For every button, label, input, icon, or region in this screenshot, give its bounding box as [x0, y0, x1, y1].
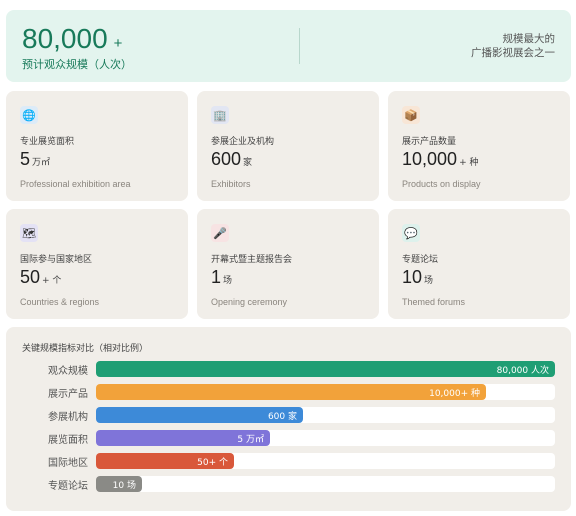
stat-label: 专业展览面积 — [20, 137, 75, 147]
stat-english-label: Professional exhibition area — [20, 179, 131, 189]
stat-english-label: Exhibitors — [211, 179, 251, 189]
chart-row: 观众规模 80,000 人次 — [6, 361, 571, 377]
stat-label: 开幕式暨主题报告会 — [211, 255, 293, 265]
stat-label: 专题论坛 — [402, 255, 439, 265]
stat-card: 🌐 专业展览面积 5 万㎡ Professional exhibition area — [6, 91, 188, 201]
stat-value: 600 家 — [211, 149, 253, 169]
stat-english-label: Themed forums — [402, 297, 466, 307]
chart-row: 国际地区 50+ 个 — [6, 453, 571, 469]
bar-value-label: 10,000+ 种 — [429, 389, 480, 399]
stat-card: 💬 专题论坛 10 场 Themed forums — [388, 209, 570, 319]
hero-divider — [299, 28, 300, 64]
comparison-chart: 关键规模指标对比（相对比例） 观众规模 80,000 人次展示产品 10,000+ … — [6, 327, 571, 511]
bar-value-label: 50+ 个 — [197, 458, 228, 468]
bar: 600 家 — [96, 407, 303, 423]
globe-icon: 🌐 — [20, 106, 38, 124]
bar-value-label: 600 家 — [267, 412, 297, 422]
bar-category-label: 观众规模 — [48, 366, 88, 377]
bar-track: 50+ 个 — [96, 453, 555, 469]
audience-subtitle: 预计观众规模（人次） — [22, 58, 132, 71]
stat-label: 参展企业及机构 — [211, 137, 275, 147]
building-icon: 🏢 — [211, 106, 229, 124]
bar: 50+ 个 — [96, 453, 234, 469]
chart-row: 展览面积 5 万㎡ — [6, 430, 571, 446]
bar: 80,000 人次 — [96, 361, 555, 377]
bar-value-label: 5 万㎡ — [237, 435, 264, 445]
chart-row: 专题论坛 10 场 — [6, 476, 571, 492]
hero-tagline: 规模最大的 广播影视展会之一 — [471, 33, 555, 59]
bar-category-label: 专题论坛 — [48, 481, 88, 492]
bar-track: 10,000+ 种 — [96, 384, 555, 400]
chart-row: 展示产品 10,000+ 种 — [6, 384, 571, 400]
bar-value-label: 10 场 — [112, 481, 136, 491]
podium-icon: 🎤 — [211, 224, 229, 242]
bar-category-label: 国际地区 — [48, 458, 88, 469]
stat-label: 国际参与国家地区 — [20, 255, 93, 265]
bar-track: 600 家 — [96, 407, 555, 423]
stat-label: 展示产品数量 — [402, 137, 457, 147]
bar-track: 5 万㎡ — [96, 430, 555, 446]
stat-english-label: Opening ceremony — [211, 297, 288, 307]
speech-bubble-icon: 💬 — [402, 224, 420, 242]
stat-value: 10 场 — [402, 267, 434, 287]
stat-card: 🎤 开幕式暨主题报告会 1 场 Opening ceremony — [197, 209, 379, 319]
hero-banner: 80,000 + 预计观众规模（人次） 规模最大的 广播影视展会之一 — [6, 10, 571, 82]
stat-value: 10,000 + 种 — [402, 149, 479, 169]
bar-category-label: 参展机构 — [48, 412, 88, 423]
stat-value: 1场 — [211, 267, 233, 287]
stat-value: 5 万㎡ — [20, 149, 51, 169]
stat-english-label: Countries & regions — [20, 297, 100, 307]
bar-category-label: 展览面积 — [48, 435, 88, 446]
stat-english-label: Products on display — [402, 179, 481, 189]
stat-card: 📦 展示产品数量 10,000 + 种 Products on display — [388, 91, 570, 201]
chart-row: 参展机构 600 家 — [6, 407, 571, 423]
bar-value-label: 80,000 人次 — [496, 366, 549, 376]
stat-value: 50 + 个 — [20, 267, 62, 287]
bar-track: 10 场 — [96, 476, 555, 492]
stat-card: 🏢 参展企业及机构 600 家 Exhibitors — [197, 91, 379, 201]
chart-title: 关键规模指标对比（相对比例） — [22, 344, 149, 354]
bar-category-label: 展示产品 — [48, 389, 88, 400]
audience-number: 80,000 + — [22, 23, 123, 54]
bar: 5 万㎡ — [96, 430, 270, 446]
package-icon: 📦 — [402, 106, 420, 124]
bar-track: 80,000 人次 — [96, 361, 555, 377]
bar: 10,000+ 种 — [96, 384, 486, 400]
map-icon: 🗺 — [20, 224, 38, 242]
bar: 10 场 — [96, 476, 142, 492]
stat-card: 🗺 国际参与国家地区 50 + 个 Countries & regions — [6, 209, 188, 319]
